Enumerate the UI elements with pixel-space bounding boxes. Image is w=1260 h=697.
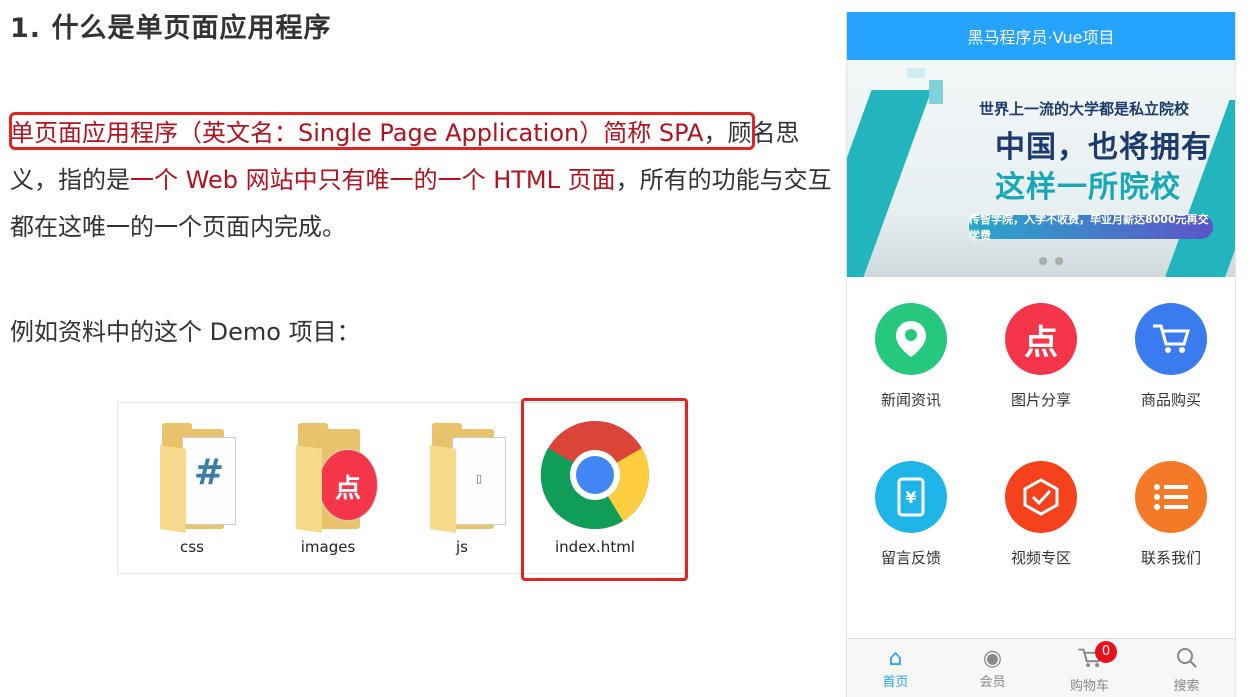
- example-text: 例如资料中的这个 Demo 项目：: [10, 318, 361, 346]
- selected-file-highlight: [521, 398, 688, 581]
- tab-member[interactable]: ◉ 会员: [944, 639, 1041, 697]
- file-name: js: [456, 538, 468, 556]
- grid-item-video[interactable]: 视频专区: [991, 461, 1091, 568]
- css-folder[interactable]: # css: [132, 423, 252, 563]
- css-file-icon: #: [182, 437, 236, 525]
- grid-item-news[interactable]: 新闻资讯: [861, 303, 961, 410]
- spa-definition-highlight: 一个 Web 网站中只有唯一的一个 HTML 页面: [130, 166, 616, 194]
- grid-item-photos[interactable]: 点 图片分享: [991, 303, 1091, 410]
- cart-icon: [1135, 303, 1207, 375]
- dian-icon: 点: [1005, 303, 1077, 375]
- banner-pill: 传智学院，入学不收费，毕业月薪达8000元再交学费: [969, 213, 1213, 242]
- carousel-dots[interactable]: [1035, 250, 1067, 269]
- grid-item-contact[interactable]: 联系我们: [1121, 461, 1221, 568]
- bottom-tabbar: ⌂ 首页 ◉ 会员 0 购物车 搜索: [847, 638, 1235, 697]
- home-icon: ⌂: [888, 646, 903, 671]
- cart-icon: [1041, 647, 1138, 675]
- section-heading: 1. 什么是单页面应用程序: [10, 13, 332, 44]
- term-highlight-box: [9, 112, 755, 150]
- js-file-icon: ▯: [452, 437, 506, 525]
- banner-title-2: 这样一所院校: [995, 170, 1181, 205]
- file-name: css: [180, 538, 204, 556]
- grid-item-shop[interactable]: 商品购买: [1121, 303, 1221, 410]
- promo-banner[interactable]: 世界上一流的大学都是私立院校 中国，也将拥有 这样一所院校 传智学院，入学不收费…: [847, 60, 1235, 277]
- js-folder[interactable]: ▯ js: [402, 423, 522, 563]
- image-file-icon: 点: [318, 449, 378, 521]
- file-name: images: [300, 538, 356, 556]
- banner-title-1: 中国，也将拥有: [995, 130, 1212, 165]
- images-folder[interactable]: 点 images: [268, 423, 388, 563]
- tab-search[interactable]: 搜索: [1138, 639, 1235, 697]
- svg-text:¥: ¥: [905, 488, 916, 507]
- search-icon: [1138, 647, 1235, 675]
- yen-phone-icon: ¥: [875, 461, 947, 533]
- grid-item-feedback[interactable]: ¥ 留言反馈: [861, 461, 961, 568]
- cart-count-badge: 0: [1095, 641, 1117, 663]
- app-header: 黑马程序员·Vue项目: [847, 12, 1235, 60]
- banner-subtitle: 世界上一流的大学都是私立院校: [979, 100, 1190, 118]
- check-shield-icon: [1005, 461, 1077, 533]
- mobile-preview: 黑马程序员·Vue项目 世界上一流的大学都是私立院校 中国，也将拥有 这样一所院…: [846, 12, 1236, 697]
- user-icon: ◉: [982, 646, 1003, 671]
- tab-home[interactable]: ⌂ 首页: [847, 639, 944, 697]
- tab-cart[interactable]: 0 购物车: [1041, 639, 1138, 697]
- location-icon: [875, 303, 947, 375]
- list-icon: [1135, 461, 1207, 533]
